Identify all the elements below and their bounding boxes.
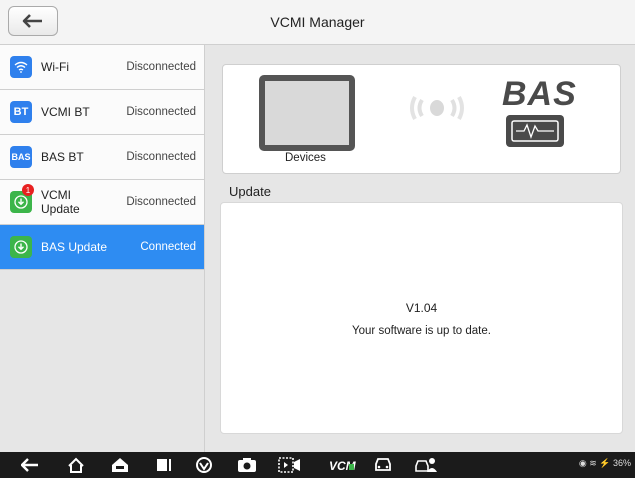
update-section-title: Update (229, 184, 271, 199)
update-panel: V1.04 Your software is up to date. (220, 202, 623, 434)
sidebar-item-status: Connected (140, 241, 196, 253)
title-bar: VCMI Manager (0, 0, 635, 45)
bt-icon: BT (10, 101, 32, 123)
wifi-status-icon: ◉ ≋ ⚡ (578, 458, 611, 468)
sidebar-item-wifi[interactable]: Wi-Fi Disconnected (0, 45, 204, 90)
sidebar-item-bas-bt[interactable]: BAS BAS BT Disconnected (0, 135, 204, 180)
page-title: VCMI Manager (270, 14, 365, 30)
browser-icon[interactable] (192, 455, 216, 475)
connection-signal-icon (410, 96, 464, 120)
notification-badge: 1 (22, 184, 34, 196)
sidebar-item-status: Disconnected (126, 106, 196, 118)
battery-percent: 36% (612, 458, 631, 468)
sidebar-item-vcmi-update[interactable]: 1 VCMI Update Disconnected (0, 180, 204, 225)
device-connection-card: Devices BAS (222, 64, 621, 174)
sidebar-item-label: BAS Update (41, 240, 108, 254)
system-nav-bar: VCM ◉ ≋ ⚡ 36% (0, 452, 635, 478)
sidebar-item-bas-update[interactable]: BAS Update Connected (0, 225, 204, 270)
sidebar-item-status: Disconnected (126, 61, 196, 73)
download-icon (10, 236, 32, 258)
update-status-message: Your software is up to date. (352, 325, 491, 337)
vehicle-home-icon[interactable] (108, 455, 132, 475)
sidebar-item-status: Disconnected (126, 151, 196, 163)
version-text: V1.04 (405, 301, 438, 315)
vehicle-icon[interactable] (371, 455, 395, 475)
sidebar-item-label: BAS BT (41, 150, 84, 164)
camera-icon[interactable] (235, 455, 259, 475)
wifi-icon (10, 56, 32, 78)
sidebar-item-label: VCMI BT (41, 105, 90, 119)
back-nav-icon[interactable] (18, 455, 42, 475)
sidebar-item-status: Disconnected (126, 196, 196, 208)
recent-apps-icon[interactable] (152, 455, 176, 475)
screen-record-icon[interactable] (277, 455, 303, 475)
bas-logo-text: BAS (502, 75, 577, 113)
sidebar-item-label: Wi-Fi (41, 60, 69, 74)
vcmi-status-icon[interactable]: VCM (328, 455, 356, 475)
sidebar-item-label: VCMI Update (41, 188, 80, 216)
home-nav-icon[interactable] (64, 455, 88, 475)
devices-label: Devices (285, 152, 326, 164)
remote-support-icon[interactable] (413, 455, 439, 475)
tablet-icon (259, 75, 355, 151)
sidebar: Wi-Fi Disconnected BT VCMI BT Disconnect… (0, 45, 205, 452)
sidebar-item-vcmi-bt[interactable]: BT VCMI BT Disconnected (0, 90, 204, 135)
system-status-info: ◉ ≋ ⚡ 36% (579, 458, 631, 469)
bas-icon: BAS (10, 146, 32, 168)
bas-device-icon: BAS (496, 75, 586, 155)
